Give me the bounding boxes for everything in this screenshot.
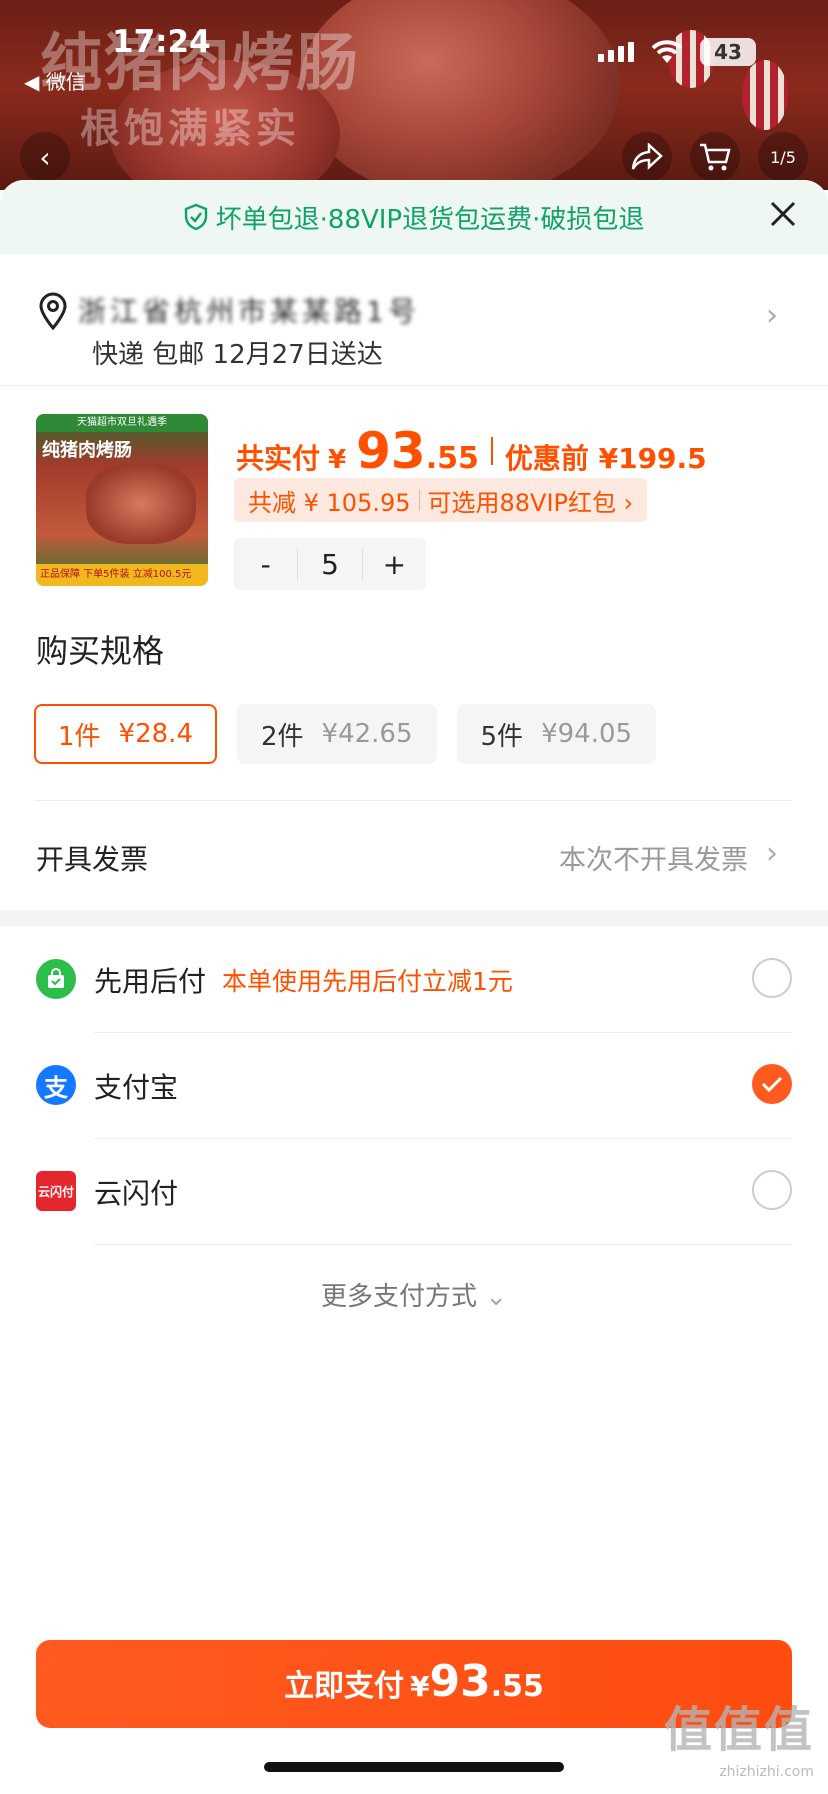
spec-option-label: 5件	[480, 721, 524, 752]
pay-button-currency: ¥	[410, 1670, 430, 1703]
total-label: 共实付	[236, 442, 321, 475]
unionpay-icon: 云闪付	[36, 1171, 76, 1211]
spec-option-2[interactable]: 2件 ¥42.65	[236, 704, 437, 764]
invoice-value: 本次不开具发票	[559, 845, 748, 876]
spec-option-label: 1件	[58, 721, 101, 752]
address-text: 浙江省杭州市某某路1号	[78, 295, 420, 328]
delivery-info: 快递 包邮 12月27日送达	[92, 340, 383, 370]
signal-icon	[598, 42, 634, 62]
discount-chip[interactable]: 共减 ¥ 105.95 可选用88VIP红包 ›	[234, 478, 648, 522]
close-button[interactable]	[768, 196, 798, 236]
cart-button[interactable]	[690, 132, 740, 182]
checkout-sheet: 坏单包退·88VIP退货包运费·破损包退 浙江省杭州市某某路1号 快递 包邮 1…	[0, 180, 828, 1794]
chip-divider	[418, 489, 420, 511]
chevron-down-icon: ⌄	[485, 1282, 508, 1312]
guarantee-text: 坏单包退·88VIP退货包运费·破损包退	[184, 199, 645, 236]
more-payment-methods[interactable]: 更多支付方式 ⌄	[0, 1276, 828, 1313]
payment-label: 先用后付	[94, 965, 207, 998]
thumbnail-footer: 正品保障 下单5件装 立减100.5元	[36, 564, 208, 586]
status-time: 17:24	[112, 24, 211, 60]
thumbnail-sausage-image	[86, 464, 196, 544]
back-to-app-link[interactable]: ◀ 微信	[24, 66, 86, 95]
spec-options: 1件 ¥28.4 2件 ¥42.65 5件 ¥94.05	[34, 704, 657, 764]
section-gap	[0, 910, 828, 926]
price-decimal: .55	[425, 441, 479, 476]
product-thumbnail[interactable]: 天猫超市双旦礼遇季 纯猪肉烤肠 正品保障 下单5件装 立减100.5元	[36, 414, 208, 586]
spec-option-price: ¥94.05	[541, 719, 633, 749]
pay-button-label: 立即支付	[284, 1669, 405, 1704]
address-selector[interactable]: 浙江省杭州市某某路1号 快递 包邮 12月27日送达 ›	[0, 254, 828, 386]
battery-indicator: 43	[700, 38, 756, 66]
discount-amount: 共减 ¥ 105.95	[248, 488, 411, 517]
watermark-url: zhizhizhi.com	[719, 1764, 814, 1780]
pay-button-amount-int: 93	[429, 1656, 491, 1707]
payment-label: 云闪付	[94, 1177, 179, 1210]
original-price: 优惠前 ¥199.5	[504, 442, 707, 475]
bag-icon	[36, 959, 76, 999]
increment-button[interactable]: +	[363, 548, 426, 581]
radio-unchecked[interactable]	[752, 958, 792, 998]
spec-option-label: 2件	[260, 721, 304, 752]
quantity-stepper: - 5 +	[234, 538, 426, 590]
shield-check-icon	[184, 204, 207, 230]
watermark-logo: 值值值	[663, 1702, 814, 1758]
back-button[interactable]: ‹	[20, 132, 70, 182]
guarantee-bar: 坏单包退·88VIP退货包运费·破损包退	[0, 180, 828, 254]
invoice-label: 开具发票	[36, 843, 149, 876]
share-icon	[631, 143, 663, 170]
spec-option-price: ¥42.65	[321, 719, 413, 749]
payment-option-later[interactable]: 先用后付 本单使用先用后付立减1元	[0, 926, 828, 1032]
payment-promo: 本单使用先用后付立减1元	[222, 967, 513, 996]
spec-option-price: ¥28.4	[118, 719, 193, 749]
thumbnail-title: 纯猪肉烤肠	[42, 440, 132, 461]
product-hero: 纯猪肉烤肠 根饱满紧实 17:24 ◀ 微信 43 ‹ 1/5	[0, 0, 828, 190]
radio-unchecked[interactable]	[752, 1170, 792, 1210]
cart-icon	[700, 143, 731, 171]
radio-checked[interactable]	[752, 1064, 792, 1104]
payment-label: 支付宝	[94, 1071, 179, 1104]
image-index-badge: 1/5	[758, 132, 808, 182]
decrement-button[interactable]: -	[234, 548, 297, 581]
product-summary: 天猫超市双旦礼遇季 纯猪肉烤肠 正品保障 下单5件装 立减100.5元 共实付 …	[0, 386, 828, 590]
chevron-right-icon: ›	[766, 836, 778, 871]
payment-option-alipay[interactable]: 支 支付宝	[0, 1032, 828, 1138]
guarantee-label: 坏单包退·88VIP退货包运费·破损包退	[215, 204, 645, 235]
status-icons: 43	[598, 38, 756, 66]
share-button[interactable]	[622, 132, 672, 182]
price-separator	[490, 437, 493, 465]
spec-option-5[interactable]: 5件 ¥94.05	[456, 704, 657, 764]
price-summary: 共实付 ¥ 93 .55 优惠前 ¥199.5	[236, 422, 707, 480]
spec-option-1[interactable]: 1件 ¥28.4	[34, 704, 217, 764]
payment-divider	[94, 1244, 792, 1245]
spec-section-title: 购买规格	[36, 632, 165, 670]
close-icon	[770, 201, 796, 227]
more-payment-label: 更多支付方式	[320, 1282, 477, 1312]
hero-subtitle: 根饱满紧实	[80, 106, 300, 152]
alipay-icon: 支	[36, 1065, 76, 1105]
chevron-right-icon: ›	[766, 298, 778, 333]
checkmark-icon	[761, 1076, 783, 1093]
location-pin-icon	[39, 292, 67, 330]
invoice-row[interactable]: 开具发票 本次不开具发票 ›	[0, 800, 828, 910]
vip-redpacket-link[interactable]: 可选用88VIP红包 ›	[428, 483, 634, 518]
pay-button-amount-dec: .55	[490, 1669, 544, 1704]
christmas-ornament-icon	[742, 60, 788, 130]
price-integer: 93	[356, 422, 426, 480]
currency-symbol: ¥	[328, 445, 347, 475]
thumbnail-banner: 天猫超市双旦礼遇季	[36, 414, 208, 432]
home-indicator[interactable]	[264, 1762, 564, 1772]
payment-option-unionpay[interactable]: 云闪付 云闪付	[0, 1138, 828, 1244]
quantity-value[interactable]: 5	[297, 547, 363, 581]
wifi-icon	[651, 40, 683, 63]
